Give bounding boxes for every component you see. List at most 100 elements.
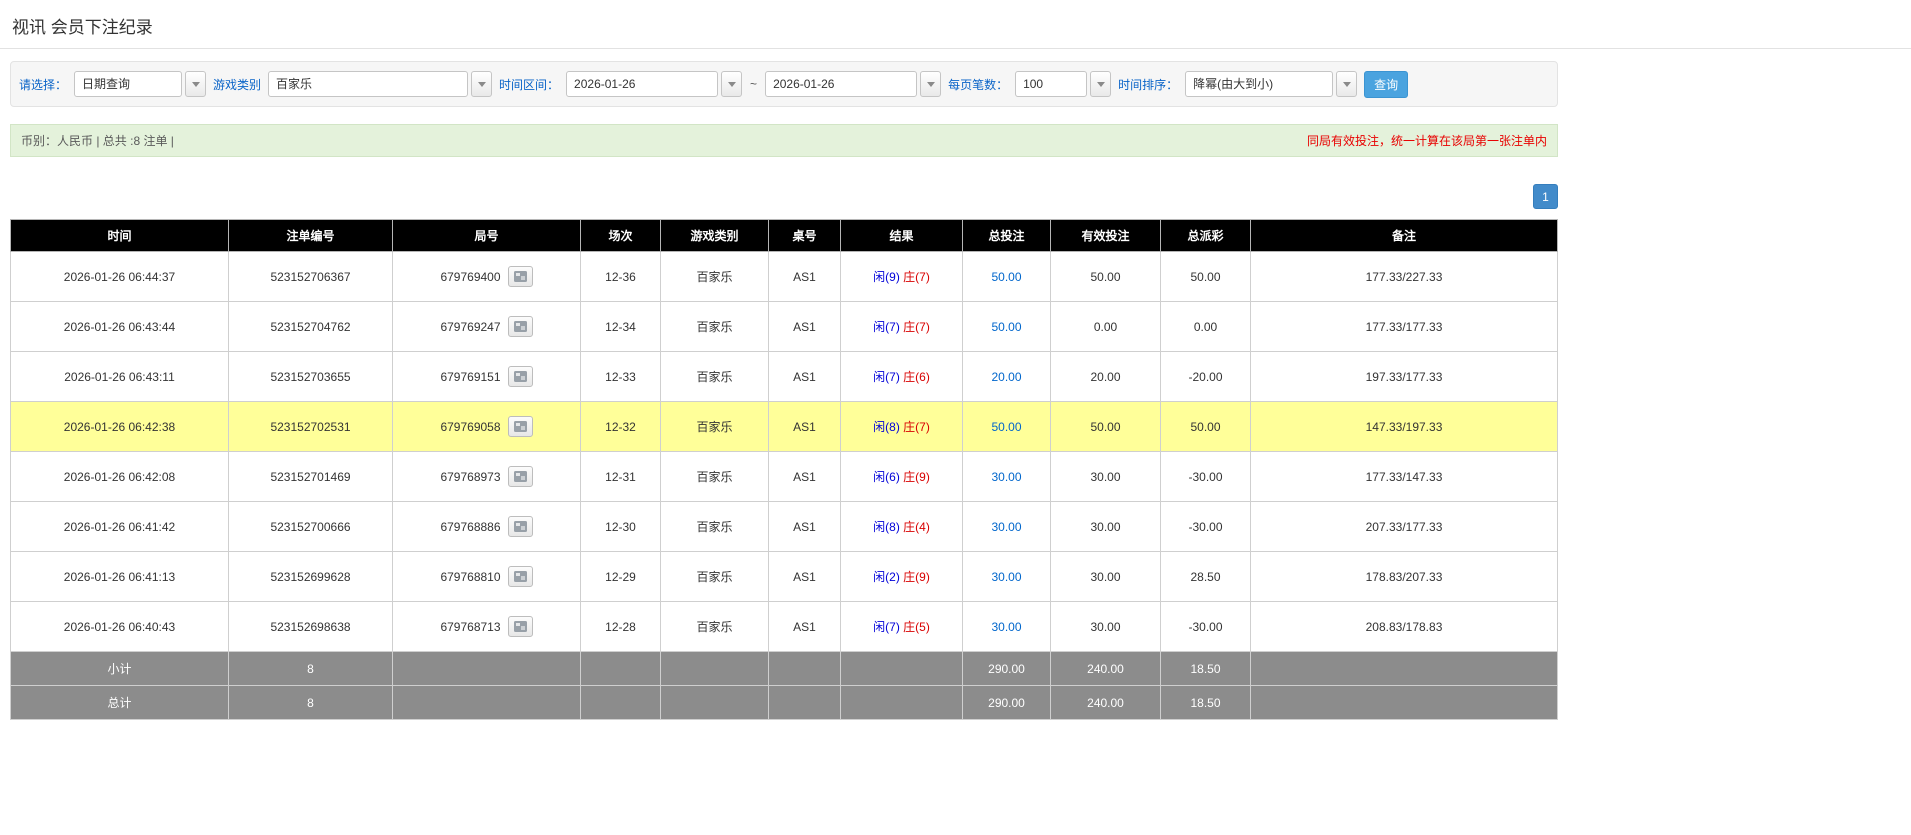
table-body: 2026-01-26 06:44:37 523152706367 679769400… <box>10 251 1558 652</box>
video-replay-icon[interactable] <box>507 366 533 387</box>
total-bet-link[interactable]: 20.00 <box>991 370 1021 384</box>
cell-result: 闲(8) 庄(7) <box>840 401 963 452</box>
search-button[interactable]: 查询 <box>1364 70 1409 98</box>
video-replay-icon[interactable] <box>507 616 533 637</box>
combo-query-type[interactable]: 日期查询 <box>74 71 207 97</box>
cell-total-bet: 50.00 <box>962 301 1051 352</box>
cell-session: 12-29 <box>580 551 661 602</box>
result-banker: 庄(7) <box>903 420 930 434</box>
cell-time: 2026-01-26 06:40:43 <box>10 601 229 652</box>
subtotal-valid-bet: 240.00 <box>1050 651 1161 686</box>
column-header-11: 备注 <box>1250 219 1558 252</box>
cell-time: 2026-01-26 06:43:11 <box>10 351 229 402</box>
combo-date-from-value[interactable]: 2026-01-26 <box>566 71 719 97</box>
video-replay-icon[interactable] <box>507 466 533 487</box>
page-title: 视讯 会员下注纪录 <box>12 18 153 37</box>
cell-remark: 197.33/177.33 <box>1250 351 1558 402</box>
round-number: 679768886 <box>440 519 501 534</box>
total-bet-link[interactable]: 50.00 <box>991 420 1021 434</box>
combo-game-type[interactable]: 百家乐 <box>268 71 493 97</box>
filter-label-select: 请选择： <box>19 77 68 92</box>
filter-label-range: 时间区间： <box>499 77 560 92</box>
subtotal-count: 8 <box>228 651 393 686</box>
cell-valid-bet: 50.00 <box>1050 251 1161 302</box>
video-replay-icon[interactable] <box>507 266 533 287</box>
cell-table-code: AS1 <box>768 601 841 652</box>
subtotal-label: 小计 <box>10 651 229 686</box>
cell-payout: -30.00 <box>1160 501 1251 552</box>
video-replay-icon[interactable] <box>507 566 533 587</box>
cell-time: 2026-01-26 06:42:08 <box>10 451 229 502</box>
cell-bet-id: 523152698638 <box>228 601 393 652</box>
combo-date-to[interactable]: 2026-01-26 <box>765 71 942 97</box>
total-bet-link[interactable]: 50.00 <box>991 320 1021 334</box>
total-label: 总计 <box>10 685 229 720</box>
chevron-down-icon[interactable] <box>1090 71 1112 97</box>
cell-time: 2026-01-26 06:44:37 <box>10 251 229 302</box>
cell-result: 闲(6) 庄(9) <box>840 451 963 502</box>
cell-round: 679769058 <box>392 401 581 452</box>
column-header-6: 桌号 <box>768 219 841 252</box>
chevron-down-icon[interactable] <box>185 71 207 97</box>
cell-remark: 177.33/177.33 <box>1250 301 1558 352</box>
result-player: 闲(6) <box>873 470 900 484</box>
cell-bet-id: 523152699628 <box>228 551 393 602</box>
total-bet-link[interactable]: 30.00 <box>991 570 1021 584</box>
chevron-down-icon[interactable] <box>721 71 743 97</box>
cell-game: 百家乐 <box>660 601 769 652</box>
cell-game: 百家乐 <box>660 551 769 602</box>
summary-note: 同局有效投注，统一计算在该局第一张注单内 <box>1306 134 1547 148</box>
table-header-row: 时间 注单编号 局号 场次 游戏类别 桌号 结果 总投注 有效投注 总派彩 备注 <box>10 219 1558 252</box>
cell-payout: -30.00 <box>1160 601 1251 652</box>
summary-bar: 币别：人民币 | 总共 :8 注单 | 同局有效投注，统一计算在该局第一张注单内 <box>10 124 1558 157</box>
result-player: 闲(7) <box>873 620 900 634</box>
chevron-down-icon[interactable] <box>471 71 493 97</box>
table-row: 2026-01-26 06:42:38 523152702531 679769058… <box>10 401 1558 452</box>
cell-remark: 208.83/178.83 <box>1250 601 1558 652</box>
combo-date-from[interactable]: 2026-01-26 <box>566 71 743 97</box>
subtotal-total-bet: 290.00 <box>962 651 1051 686</box>
content: 请选择： 日期查询 游戏类别 百家乐 时间区间： 2026-01-26 ~ 20… <box>10 61 1558 835</box>
total-bet-link[interactable]: 30.00 <box>991 620 1021 634</box>
cell-total-bet: 30.00 <box>962 501 1051 552</box>
combo-page-size[interactable]: 100 <box>1015 71 1112 97</box>
cell-valid-bet: 0.00 <box>1050 301 1161 352</box>
video-replay-icon[interactable] <box>507 516 533 537</box>
result-banker: 庄(4) <box>903 520 930 534</box>
video-replay-icon[interactable] <box>507 316 533 337</box>
subtotal-payout: 18.50 <box>1160 651 1251 686</box>
total-count: 8 <box>228 685 393 720</box>
chevron-down-icon[interactable] <box>920 71 942 97</box>
combo-query-type-value[interactable]: 日期查询 <box>74 71 183 97</box>
cell-table-code: AS1 <box>768 251 841 302</box>
round-number: 679768973 <box>440 469 501 484</box>
cell-round: 679768810 <box>392 551 581 602</box>
cell-total-bet: 30.00 <box>962 451 1051 502</box>
cell-valid-bet: 20.00 <box>1050 351 1161 402</box>
cell-result: 闲(7) 庄(7) <box>840 301 963 352</box>
result-player: 闲(8) <box>873 520 900 534</box>
total-bet-link[interactable]: 50.00 <box>991 270 1021 284</box>
total-bet-link[interactable]: 30.00 <box>991 470 1021 484</box>
video-replay-icon[interactable] <box>507 416 533 437</box>
cell-round: 679768713 <box>392 601 581 652</box>
cell-valid-bet: 30.00 <box>1050 501 1161 552</box>
column-header-4: 场次 <box>580 219 661 252</box>
result-banker: 庄(7) <box>903 270 930 284</box>
combo-date-to-value[interactable]: 2026-01-26 <box>765 71 918 97</box>
chevron-down-icon[interactable] <box>1336 71 1358 97</box>
cell-remark: 147.33/197.33 <box>1250 401 1558 452</box>
total-valid-bet: 240.00 <box>1050 685 1161 720</box>
combo-time-sort-value[interactable]: 降幂(由大到小) <box>1185 71 1334 97</box>
bets-table: 时间 注单编号 局号 场次 游戏类别 桌号 结果 总投注 有效投注 总派彩 备注 2026-01-2… <box>10 219 1558 720</box>
cell-game: 百家乐 <box>660 451 769 502</box>
table-row: 2026-01-26 06:41:13 523152699628 679768810… <box>10 551 1558 602</box>
cell-round: 679768886 <box>392 501 581 552</box>
combo-game-type-value[interactable]: 百家乐 <box>268 71 469 97</box>
table-row: 2026-01-26 06:41:42 523152700666 679768886… <box>10 501 1558 552</box>
combo-time-sort[interactable]: 降幂(由大到小) <box>1185 71 1358 97</box>
pagination-top: 1 <box>10 184 1558 209</box>
page-button-1[interactable]: 1 <box>1533 184 1558 209</box>
total-bet-link[interactable]: 30.00 <box>991 520 1021 534</box>
combo-page-size-value[interactable]: 100 <box>1015 71 1088 97</box>
